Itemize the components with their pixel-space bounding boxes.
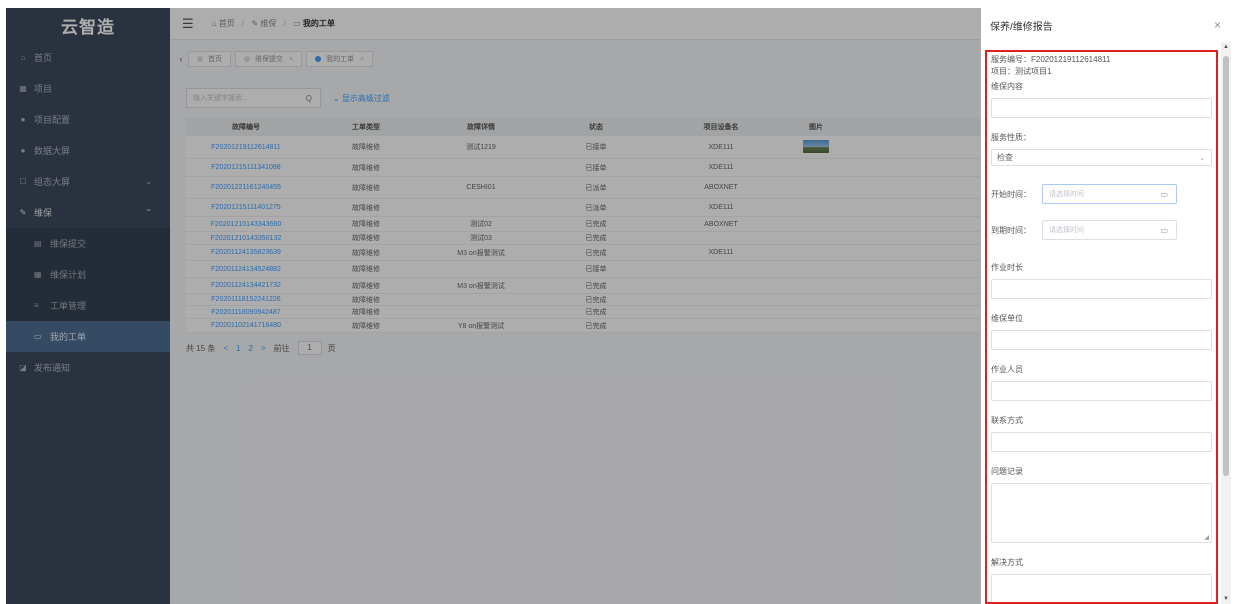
problem-record-textarea[interactable]: ◢ xyxy=(991,483,1212,543)
due-time-picker[interactable]: 请选择时间 ▭ xyxy=(1042,220,1177,240)
scroll-down-icon[interactable]: ▼ xyxy=(1222,596,1230,602)
report-form: 服务编号：F20201219112614811 项目：测试项目1 维保内容 服务… xyxy=(985,50,1218,604)
service-number: 服务编号：F20201219112614811 xyxy=(991,55,1111,64)
staff-label: 作业人员 xyxy=(991,365,1023,374)
date-placeholder: 请选择时间 xyxy=(1049,191,1084,198)
solution-textarea[interactable]: ◢ xyxy=(991,574,1212,602)
unit-label: 维保单位 xyxy=(991,314,1023,323)
start-time-row: 开始时间： 请选择时间 ▭ xyxy=(991,184,1212,204)
scrollbar-thumb[interactable] xyxy=(1223,56,1229,476)
content-label: 维保内容 xyxy=(991,82,1023,91)
close-icon[interactable]: × xyxy=(1214,18,1221,32)
problem-label: 问题记录 xyxy=(991,467,1023,476)
modal-overlay[interactable] xyxy=(6,8,981,604)
work-duration-input[interactable] xyxy=(991,279,1212,299)
duration-label: 作业时长 xyxy=(991,263,1023,272)
date-placeholder: 请选择时间 xyxy=(1049,227,1084,234)
calendar-icon: ▭ xyxy=(1160,189,1168,199)
drawer-title: 保养/维修报告 xyxy=(990,21,1053,33)
select-value: 检查 xyxy=(997,153,1013,162)
contact-label: 联系方式 xyxy=(991,416,1023,425)
contact-input[interactable] xyxy=(991,432,1212,452)
calendar-icon: ▭ xyxy=(1160,225,1168,235)
solution-label: 解决方式 xyxy=(991,558,1023,567)
start-time-label: 开始时间： xyxy=(991,189,1031,199)
due-time-label: 到期时间： xyxy=(991,225,1031,235)
report-drawer: 保养/维修报告 × 服务编号：F20201219112614811 项目：测试项… xyxy=(981,8,1231,604)
resize-handle-icon[interactable]: ◢ xyxy=(1204,534,1209,541)
start-time-picker[interactable]: 请选择时间 ▭ xyxy=(1042,184,1177,204)
drawer-scrollbar[interactable]: ▲ ▼ xyxy=(1221,42,1231,604)
project-name: 项目：测试项目1 xyxy=(991,67,1052,76)
due-time-row: 到期时间： 请选择时间 ▭ xyxy=(991,220,1212,240)
chevron-down-icon: ⌄ xyxy=(1199,154,1205,162)
work-staff-input[interactable] xyxy=(991,381,1212,401)
scroll-up-icon[interactable]: ▲ xyxy=(1222,44,1230,50)
drawer-header: 保养/维修报告 × xyxy=(981,8,1231,42)
maintenance-unit-input[interactable] xyxy=(991,330,1212,350)
service-nature-select[interactable]: 检查 ⌄ xyxy=(991,149,1212,166)
maintenance-content-input[interactable] xyxy=(991,98,1212,118)
nature-label: 服务性质： xyxy=(991,133,1031,142)
